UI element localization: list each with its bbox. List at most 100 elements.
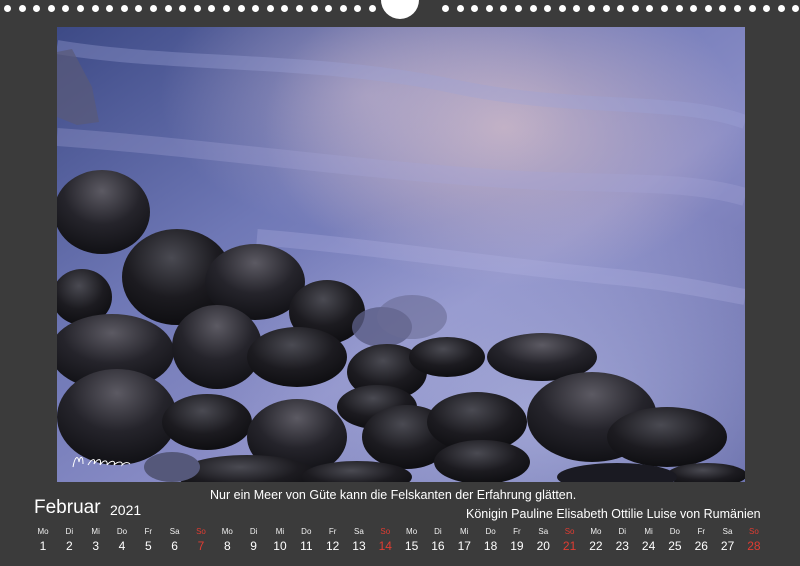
binding-hole	[281, 5, 289, 12]
day-number: 3	[92, 539, 99, 553]
weekday-label: Sa	[538, 527, 549, 536]
day-number: 20	[536, 539, 550, 553]
binding-hole	[515, 5, 522, 12]
day-number: 25	[668, 539, 682, 553]
weekday-label: So	[196, 527, 206, 536]
binding-hole	[485, 5, 493, 12]
day-number: 15	[404, 539, 419, 553]
binding-hole	[748, 5, 756, 12]
weekday-label: Di	[434, 527, 442, 536]
day-number: 13	[352, 539, 366, 553]
day-number: 27	[720, 539, 735, 553]
spiral-binding	[0, 0, 800, 20]
weekday-label: So	[749, 527, 759, 536]
day-cell: Do 11	[293, 527, 319, 554]
day-number: 18	[483, 539, 498, 553]
binding-hole	[456, 5, 464, 12]
day-cell: Di 2	[56, 527, 82, 554]
binding-hole	[208, 5, 216, 12]
binding-hole	[471, 5, 479, 12]
binding-hole	[47, 5, 55, 12]
weekday-label: Sa	[354, 527, 364, 536]
binding-hole	[106, 5, 114, 12]
binding-hole	[223, 5, 230, 12]
day-cell: Sa 20	[530, 527, 556, 554]
day-number: 14	[378, 539, 392, 553]
binding-hole	[135, 5, 143, 12]
weekday-label: Fr	[513, 527, 521, 536]
day-cell: Do 4	[109, 527, 135, 554]
binding-hole	[617, 5, 625, 12]
day-cell: Mo 15	[399, 527, 425, 554]
binding-hole	[777, 5, 785, 12]
year-label: 2021	[110, 502, 142, 518]
binding-hole	[661, 5, 668, 12]
day-strip: Mo 1 Di 2 Mi 3 Do 4 Fr 5 Sa 6 So 7 Mo 8 Di 9 Mi 10 Do 11 Fr 12 S…	[30, 527, 770, 555]
binding-hole	[573, 5, 581, 12]
weekday-label: Mi	[91, 527, 100, 536]
binding-hole	[77, 5, 84, 12]
day-number: 5	[144, 539, 152, 553]
day-cell: So 14	[372, 527, 398, 554]
month-title: Februar	[34, 497, 101, 518]
quote-author: Königin Pauline Elisabeth Ottilie Luise …	[466, 507, 761, 521]
calendar-photo	[57, 27, 745, 482]
day-cell: Di 23	[609, 527, 635, 554]
weekday-label: Mo	[590, 527, 602, 536]
binding-hole	[310, 5, 318, 12]
binding-hole	[442, 5, 449, 12]
day-number: 24	[641, 539, 656, 553]
binding-hole	[266, 5, 274, 12]
day-cell: So 28	[741, 527, 767, 554]
day-number: 26	[694, 539, 708, 553]
weekday-label: So	[380, 527, 391, 536]
binding-hole	[120, 5, 128, 12]
day-cell: Fr 19	[504, 527, 530, 554]
weekday-label: Mi	[644, 527, 653, 536]
weekday-label: Mo	[406, 527, 418, 536]
binding-hole	[704, 5, 712, 12]
binding-hole	[252, 5, 260, 12]
weekday-label: Mo	[221, 527, 233, 536]
binding-hole	[763, 5, 771, 12]
binding-hole	[193, 5, 201, 12]
day-number: 11	[300, 539, 313, 553]
weekday-label: So	[564, 527, 575, 536]
binding-hole	[792, 5, 800, 12]
day-number: 16	[431, 539, 445, 553]
day-cell: Mi 17	[451, 527, 477, 554]
day-number: 28	[747, 539, 761, 553]
photographer-signature	[70, 452, 132, 470]
day-number: 23	[615, 539, 629, 553]
day-number: 6	[171, 539, 178, 553]
binding-hole	[339, 5, 347, 12]
binding-hole	[646, 5, 654, 12]
hanger-hole	[381, 0, 419, 19]
binding-hole	[719, 5, 727, 12]
binding-hole	[4, 5, 11, 12]
binding-hole	[18, 5, 26, 12]
day-number: 7	[197, 539, 205, 553]
weekday-label: Do	[669, 527, 681, 536]
day-cell: Sa 13	[346, 527, 372, 554]
weekday-label: Fr	[697, 527, 706, 536]
day-number: 1	[39, 539, 47, 553]
day-number: 19	[510, 539, 524, 553]
day-cell: Mo 8	[214, 527, 240, 554]
binding-hole	[150, 5, 157, 12]
day-cell: Fr 26	[688, 527, 714, 554]
binding-hole	[325, 5, 333, 12]
day-cell: Di 16	[425, 527, 451, 554]
day-cell: Mi 10	[267, 527, 293, 554]
binding-hole	[296, 5, 303, 12]
day-cell: Do 25	[662, 527, 688, 554]
binding-hole	[237, 5, 245, 12]
weekday-label: Sa	[722, 527, 733, 536]
binding-hole	[734, 5, 741, 12]
day-number: 10	[273, 539, 287, 553]
binding-hole	[62, 5, 70, 12]
binding-hole	[164, 5, 172, 12]
day-number: 22	[589, 539, 603, 553]
quote-text: Nur ein Meer von Güte kann die Felskante…	[210, 488, 577, 502]
binding-hole	[588, 5, 595, 12]
